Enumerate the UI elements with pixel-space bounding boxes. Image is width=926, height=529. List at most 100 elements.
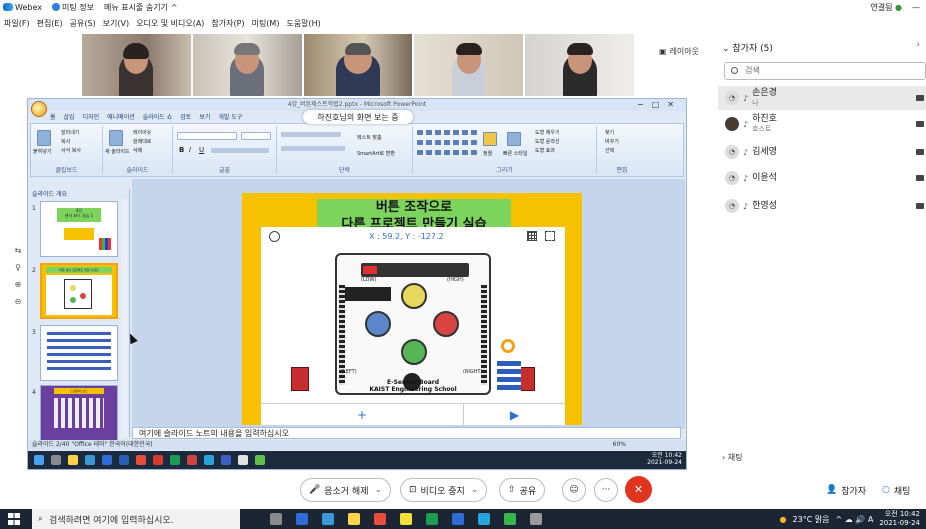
tab-home[interactable]: 홈 (50, 112, 56, 122)
zoom-in-icon[interactable]: ⊕ (15, 280, 22, 289)
reactions-button[interactable]: ☺ (562, 478, 586, 502)
hide-menu-button[interactable]: 메뉴 표시줄 숨기기 ^ (104, 2, 178, 13)
edge-icon[interactable] (296, 513, 308, 525)
delete-slide-button[interactable]: 삭제 (133, 147, 142, 154)
slide-thumbnail-4[interactable]: 드림센서 보드 (40, 385, 118, 441)
video-tile[interactable] (414, 34, 524, 96)
green-button[interactable] (401, 339, 427, 365)
video-tile[interactable] (525, 34, 634, 96)
tab-animation[interactable]: 애니메이션 (107, 112, 135, 122)
italic-button[interactable]: I (189, 146, 191, 154)
reset-button[interactable]: 원래대로 (133, 138, 151, 145)
format-painter-button[interactable]: 서식 복사 (61, 147, 81, 154)
app-icon[interactable] (504, 513, 516, 525)
arrange-icon[interactable] (483, 132, 497, 146)
menu-view[interactable]: 보기(V) (103, 18, 129, 29)
rotation-icon[interactable] (501, 339, 515, 353)
menu-participants[interactable]: 참가자(P) (211, 18, 244, 29)
app-icon[interactable] (322, 513, 334, 525)
windows-start-icon[interactable] (8, 513, 20, 525)
slide-thumbnail-3[interactable] (40, 325, 118, 381)
smartart-button[interactable]: SmartArt로 변환 (357, 150, 395, 157)
menu-share[interactable]: 공유(S) (70, 18, 96, 29)
zoom-level[interactable]: 60% (613, 440, 626, 450)
bold-button[interactable]: B (179, 146, 184, 154)
app-icon[interactable] (530, 513, 542, 525)
find-button[interactable]: 찾기 (605, 129, 614, 136)
collapse-icon[interactable]: › (916, 40, 920, 50)
copy-button[interactable]: 복사 (61, 138, 70, 145)
video-tile[interactable] (192, 34, 302, 96)
fullscreen-icon[interactable] (545, 231, 555, 241)
replace-button[interactable]: 바꾸기 (605, 138, 619, 145)
participants-toggle-button[interactable]: 👤 참가자 (818, 478, 875, 502)
chat-section-toggle[interactable]: › 채팅 (722, 452, 742, 463)
shape-fill-button[interactable]: 도형 채우기 (535, 129, 560, 136)
video-tile-active-speaker[interactable] (303, 34, 413, 96)
end-meeting-button[interactable]: ✕ (625, 476, 652, 503)
menu-meeting[interactable]: 미팅(M) (252, 18, 280, 29)
align-text-button[interactable]: 텍스트 맞춤 (357, 134, 382, 141)
shape-outline-button[interactable]: 도형 윤곽선 (535, 138, 560, 145)
folder-icon[interactable] (348, 513, 360, 525)
new-slide-icon[interactable] (109, 130, 123, 146)
menu-help[interactable]: 도움말(H) (286, 18, 320, 29)
tab-developer[interactable]: 개발 도구 (218, 112, 242, 122)
more-options-button[interactable]: ··· (594, 478, 618, 502)
participants-header[interactable]: ⌄ 참가자 (5) (722, 41, 773, 54)
clock[interactable]: 오전 10:42 2021-09-24 (879, 510, 920, 528)
participant-row[interactable]: ◔ ♪ 한영성 (718, 194, 926, 218)
slide-notes[interactable]: 여기에 슬라이드 노트의 내용을 입력하십시오 (132, 427, 681, 439)
slide-thumbnail-2-selected[interactable]: 버튼 센서 프로젝트 정합 리포트 (40, 263, 118, 319)
select-button[interactable]: 선택 (605, 147, 614, 154)
participant-search-input[interactable]: 검색 (724, 62, 926, 80)
participant-row[interactable]: ♪ 하진호 호스트 (718, 112, 926, 136)
paste-icon[interactable] (37, 130, 51, 146)
minimize-button[interactable]: — (912, 3, 920, 12)
menu-audio-video[interactable]: 오디오 및 비디오(A) (136, 18, 204, 29)
weather[interactable]: 23°C 맑음 (793, 514, 830, 525)
font-size-select[interactable] (241, 132, 271, 140)
tab-review[interactable]: 검토 (180, 112, 191, 122)
video-tile[interactable] (82, 34, 191, 96)
shared-screen[interactable]: 4강_버튼제스트학법2.pptx - Microsoft PowerPoint … (27, 98, 687, 470)
webex-icon[interactable] (478, 513, 490, 525)
panel-tabs[interactable]: 슬라이드 개요 (30, 189, 129, 199)
yellow-button[interactable] (401, 283, 427, 309)
grid-icon[interactable] (527, 231, 537, 241)
participant-row[interactable]: ◔ ♪ 이윤석 (718, 166, 926, 190)
tab-insert[interactable]: 삽입 (64, 112, 75, 122)
tray-icons[interactable]: ^ ☁ 🔊 A (836, 515, 874, 524)
font-name-select[interactable] (177, 132, 237, 140)
swap-icon[interactable]: ⇆ (15, 246, 22, 255)
underline-button[interactable]: U (199, 146, 204, 154)
unmute-button[interactable]: 🎤 음소거 해제 ⌄ (300, 478, 392, 502)
chevron-down-icon[interactable]: ⌄ (374, 485, 382, 495)
tab-design[interactable]: 디자인 (83, 112, 100, 122)
layout-button[interactable]: ▣ 레이아웃 (653, 43, 705, 59)
shapes-gallery[interactable] (417, 130, 477, 135)
taskbar-search-input[interactable]: ⌕ 검색하려면 여기에 입력하십시오. (32, 509, 240, 529)
tab-slideshow[interactable]: 슬라이드 쇼 (143, 112, 173, 122)
gauge-icon[interactable] (269, 231, 280, 242)
slide-thumbnail-1[interactable]: 4강 센서 보드 실습 1 (40, 201, 118, 257)
tab-view[interactable]: 보기 (199, 112, 210, 122)
add-button[interactable]: + (261, 404, 464, 425)
zoom-out-icon[interactable]: ⊖ (15, 297, 22, 306)
task-view-icon[interactable] (270, 513, 282, 525)
stop-video-button[interactable]: ⊡ 비디오 중지 ⌄ (400, 478, 488, 502)
menu-edit[interactable]: 편집(E) (37, 18, 63, 29)
red-button[interactable] (433, 311, 459, 337)
quick-styles-icon[interactable] (507, 132, 521, 146)
participant-row[interactable]: ◔ ♪ 김세영 (718, 140, 926, 164)
edge-icon[interactable] (452, 513, 464, 525)
current-slide[interactable]: 버튼 조작으로 다른 프로젝트 만들기 실습 X : 59.2, Y : -12… (242, 193, 582, 425)
kakaotalk-icon[interactable] (400, 513, 412, 525)
office-button-icon[interactable] (31, 101, 47, 117)
chrome-icon[interactable] (374, 513, 386, 525)
thumbnail-scrollbar[interactable] (121, 199, 128, 437)
share-button[interactable]: ⇧ 공유 (499, 478, 546, 502)
excel-icon[interactable] (426, 513, 438, 525)
meeting-info-button[interactable]: 미팅 정보 (51, 2, 94, 13)
chat-toggle-button[interactable]: ○ 채팅 (874, 478, 919, 502)
